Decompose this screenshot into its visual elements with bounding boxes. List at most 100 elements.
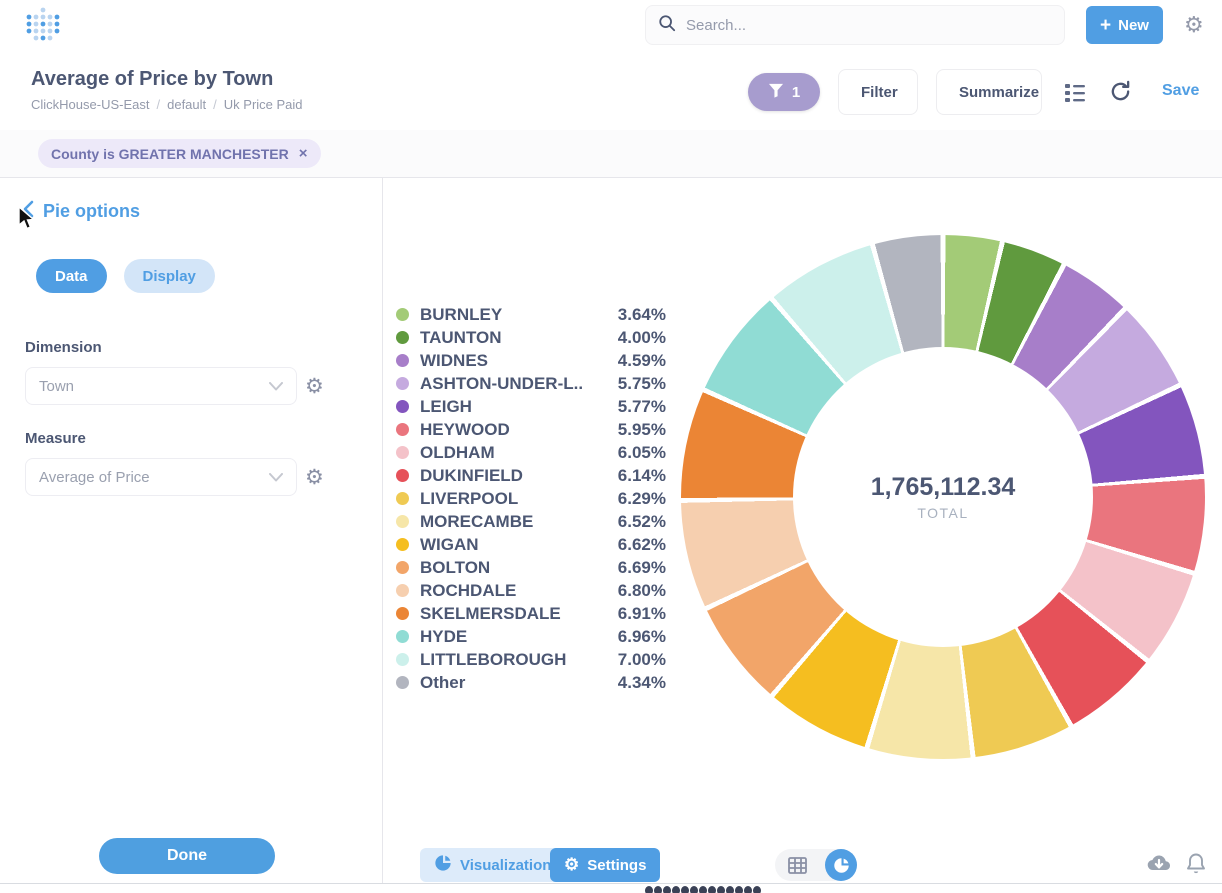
sidebar-tabs: Data Display bbox=[36, 259, 215, 293]
legend-item[interactable]: WIDNES4.59% bbox=[396, 349, 666, 372]
legend-name: LEIGH bbox=[420, 397, 607, 417]
tab-display[interactable]: Display bbox=[124, 259, 215, 293]
table-view-toggle[interactable] bbox=[775, 857, 819, 874]
pie-chart[interactable]: 1,765,112.34 TOTAL bbox=[681, 235, 1205, 759]
legend-item[interactable]: Other 4.34% bbox=[396, 671, 666, 694]
legend-percent: 4.34% bbox=[618, 673, 666, 693]
legend-dot-icon bbox=[396, 515, 409, 528]
dimension-select[interactable]: Town bbox=[25, 367, 297, 405]
measure-label: Measure bbox=[25, 430, 86, 447]
download-icon[interactable] bbox=[1146, 853, 1172, 878]
bell-icon[interactable] bbox=[1186, 853, 1206, 880]
legend-item[interactable]: ROCHDALE6.80% bbox=[396, 579, 666, 602]
legend-name: ROCHDALE bbox=[420, 581, 607, 601]
breadcrumb-table[interactable]: Uk Price Paid bbox=[224, 97, 303, 112]
visualization-toggle bbox=[775, 849, 857, 881]
chart-legend: BURNLEY3.64%TAUNTON4.00%WIDNES4.59%ASHTO… bbox=[396, 303, 666, 694]
settings-button-label: Settings bbox=[587, 857, 646, 874]
visualization-button-label: Visualization bbox=[460, 857, 551, 874]
legend-item[interactable]: DUKINFIELD6.14% bbox=[396, 464, 666, 487]
search-input[interactable] bbox=[686, 17, 1052, 34]
summarize-button[interactable]: Summarize bbox=[936, 69, 1042, 115]
metabase-logo-icon[interactable] bbox=[24, 6, 62, 44]
applied-filter-pill[interactable]: County is GREATER MANCHESTER × bbox=[38, 139, 321, 168]
measure-value: Average of Price bbox=[39, 469, 150, 486]
admin-gear-icon[interactable]: ⚙ bbox=[1184, 12, 1204, 38]
legend-item[interactable]: LIVERPOOL6.29% bbox=[396, 487, 666, 510]
filter-count-pill[interactable]: 1 bbox=[748, 73, 820, 111]
bottom-divider bbox=[0, 883, 1222, 884]
search-bar[interactable] bbox=[645, 5, 1065, 45]
legend-percent: 5.75% bbox=[618, 374, 666, 394]
legend-item[interactable]: MORECAMBE6.52% bbox=[396, 510, 666, 533]
legend-percent: 6.96% bbox=[618, 627, 666, 647]
legend-item[interactable]: HEYWOOD5.95% bbox=[396, 418, 666, 441]
legend-percent: 6.69% bbox=[618, 558, 666, 578]
applied-filter-label: County is GREATER MANCHESTER bbox=[51, 146, 289, 162]
legend-item[interactable]: LITTLEBOROUGH 7.00% bbox=[396, 648, 666, 671]
legend-percent: 4.00% bbox=[618, 328, 666, 348]
done-button[interactable]: Done bbox=[99, 838, 275, 874]
clipped-dots-row bbox=[645, 886, 761, 893]
legend-dot-icon bbox=[396, 377, 409, 390]
legend-name: Other bbox=[420, 673, 607, 693]
pie-chart-center: 1,765,112.34 TOTAL bbox=[793, 347, 1093, 647]
legend-name: ASHTON-UNDER-L.. bbox=[420, 374, 607, 394]
new-button-label: New bbox=[1118, 17, 1149, 34]
legend-item[interactable]: SKELMERSDALE6.91% bbox=[396, 602, 666, 625]
legend-item[interactable]: WIGAN6.62% bbox=[396, 533, 666, 556]
legend-dot-icon bbox=[396, 607, 409, 620]
pie-chart-icon bbox=[434, 854, 452, 876]
legend-percent: 6.14% bbox=[618, 466, 666, 486]
dimension-settings-gear-icon[interactable]: ⚙ bbox=[305, 374, 324, 399]
legend-percent: 6.62% bbox=[618, 535, 666, 555]
breadcrumb: ClickHouse-US-East / default / Uk Price … bbox=[31, 97, 303, 112]
legend-percent: 5.77% bbox=[618, 397, 666, 417]
legend-item[interactable]: BURNLEY3.64% bbox=[396, 303, 666, 326]
refresh-icon[interactable] bbox=[1109, 80, 1132, 106]
legend-name: BURNLEY bbox=[420, 305, 607, 325]
measure-settings-gear-icon[interactable]: ⚙ bbox=[305, 465, 324, 490]
legend-name: MORECAMBE bbox=[420, 512, 607, 532]
save-button[interactable]: Save bbox=[1162, 82, 1199, 100]
notebook-editor-icon[interactable] bbox=[1064, 82, 1086, 105]
funnel-icon bbox=[768, 83, 784, 102]
legend-name: HEYWOOD bbox=[420, 420, 607, 440]
legend-dot-icon bbox=[396, 584, 409, 597]
filter-strip: County is GREATER MANCHESTER × bbox=[0, 130, 1222, 178]
legend-percent: 6.91% bbox=[618, 604, 666, 624]
measure-select[interactable]: Average of Price bbox=[25, 458, 297, 496]
legend-item[interactable]: BOLTON 6.69% bbox=[396, 556, 666, 579]
legend-item[interactable]: ASHTON-UNDER-L.. 5.75% bbox=[396, 372, 666, 395]
breadcrumb-database[interactable]: ClickHouse-US-East bbox=[31, 97, 149, 112]
legend-dot-icon bbox=[396, 308, 409, 321]
chart-view-toggle[interactable] bbox=[825, 849, 857, 881]
legend-percent: 6.29% bbox=[618, 489, 666, 509]
new-button[interactable]: + New bbox=[1086, 6, 1163, 44]
legend-name: LITTLEBOROUGH bbox=[420, 650, 607, 670]
remove-filter-icon[interactable]: × bbox=[299, 145, 308, 162]
visualization-button[interactable]: Visualization bbox=[420, 848, 565, 882]
filter-button[interactable]: Filter bbox=[838, 69, 918, 115]
tab-data[interactable]: Data bbox=[36, 259, 107, 293]
legend-item[interactable]: HYDE 6.96% bbox=[396, 625, 666, 648]
legend-item[interactable]: OLDHAM6.05% bbox=[396, 441, 666, 464]
legend-dot-icon bbox=[396, 676, 409, 689]
legend-name: WIDNES bbox=[420, 351, 607, 371]
legend-name: BOLTON bbox=[420, 558, 607, 578]
legend-percent: 7.00% bbox=[618, 650, 666, 670]
legend-dot-icon bbox=[396, 561, 409, 574]
legend-dot-icon bbox=[396, 630, 409, 643]
legend-item[interactable]: TAUNTON4.00% bbox=[396, 326, 666, 349]
legend-item[interactable]: LEIGH 5.77% bbox=[396, 395, 666, 418]
mouse-cursor bbox=[17, 206, 37, 235]
legend-dot-icon bbox=[396, 446, 409, 459]
search-icon bbox=[658, 14, 676, 37]
dimension-value: Town bbox=[39, 378, 74, 395]
gear-icon: ⚙ bbox=[564, 855, 579, 875]
breadcrumb-schema[interactable]: default bbox=[167, 97, 206, 112]
legend-dot-icon bbox=[396, 492, 409, 505]
settings-button[interactable]: ⚙ Settings bbox=[550, 848, 660, 882]
dimension-label: Dimension bbox=[25, 339, 102, 356]
legend-name: HYDE bbox=[420, 627, 607, 647]
